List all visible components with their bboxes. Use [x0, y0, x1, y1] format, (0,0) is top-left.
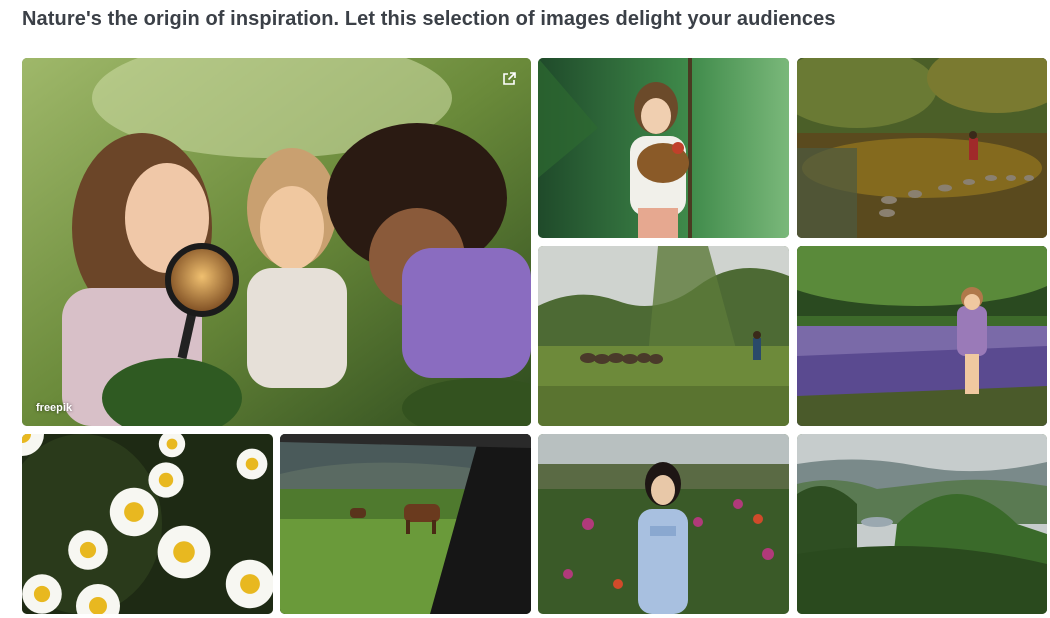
horses-car-window-image	[280, 434, 531, 614]
white-daisies-image	[22, 434, 273, 614]
dahlia-garden-image	[538, 434, 789, 614]
image-tile-woman-in-dahlia-garden[interactable]	[538, 434, 789, 614]
image-tile-child-in-lavender-field[interactable]	[797, 246, 1047, 426]
lavender-field-image	[797, 246, 1047, 426]
children-magnifying-glass-image	[22, 58, 531, 426]
image-tile-woman-holding-chicken[interactable]	[538, 58, 789, 238]
image-tile-white-daisies[interactable]	[22, 434, 273, 614]
image-tile-misty-green-mountains[interactable]	[797, 434, 1047, 614]
stepping-stones-image	[797, 58, 1047, 238]
woman-holding-chicken-image	[538, 58, 789, 238]
image-tile-children-magnifying-glass[interactable]: freepik	[22, 58, 531, 426]
misty-mountains-image	[797, 434, 1047, 614]
freepik-badge: freepik	[36, 402, 73, 414]
shepherd-flock-image	[538, 246, 789, 426]
section-heading: Nature's the origin of inspiration. Let …	[22, 8, 836, 30]
image-tile-shepherd-with-flock[interactable]	[538, 246, 789, 426]
image-tile-horses-through-car-window[interactable]	[280, 434, 531, 614]
external-link-icon[interactable]	[501, 71, 517, 87]
image-tile-person-crossing-stepping-stones[interactable]	[797, 58, 1047, 238]
